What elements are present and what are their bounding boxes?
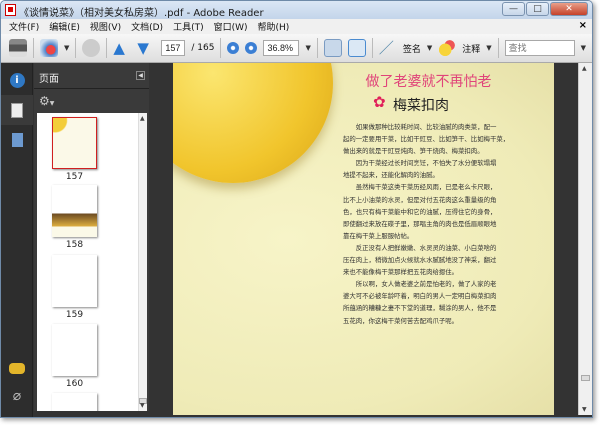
menu-view[interactable]: 视图(V) <box>86 19 127 34</box>
body-line: 做出来的就是干豇豆炖肉、笋干烧肉、梅菜扣肉。 <box>343 147 484 156</box>
options-dropdown-icon: ▼ <box>49 100 55 107</box>
menu-tools[interactable]: 工具(T) <box>169 19 210 34</box>
share-dropdown-icon[interactable]: ▼ <box>64 44 69 52</box>
print-icon[interactable] <box>9 39 27 57</box>
comment-icon <box>438 39 457 57</box>
zoom-out-icon[interactable] <box>227 42 240 54</box>
body-line: 所蕴涵的糟糠之妻不下堂的道理，糊涂的男人，他不是 <box>343 304 497 313</box>
menu-window[interactable]: 窗口(W) <box>210 19 254 34</box>
menu-file[interactable]: 文件(F) <box>5 19 45 34</box>
fit-page-icon[interactable] <box>323 39 342 57</box>
close-button[interactable]: ✕ <box>550 2 588 16</box>
body-line: 比不上小油菜的水灵，但是对付五花肉这么重量级的角 <box>343 195 497 204</box>
thumbnail-page[interactable] <box>52 255 97 307</box>
zoom-in-icon[interactable] <box>245 42 258 54</box>
close-document-button[interactable]: × <box>579 20 587 31</box>
bookmarks-button[interactable] <box>1 125 33 155</box>
body-line: 即使翻过来放在碟子里，那唱主角的肉也是低眉顺眼地 <box>343 219 497 228</box>
title-bar: 《谈情说菜》（相对美女私房菜）.pdf - Adobe Reader — □ ✕ <box>1 1 592 19</box>
pages-panel: 页面 ◀ ⚙▼ 157 158 159 160 ▲ ▼ <box>34 63 149 411</box>
pages-button[interactable] <box>1 95 33 125</box>
panel-scrollbar[interactable]: ▲ ▼ <box>138 113 147 411</box>
search-dropdown-icon[interactable]: ▼ <box>581 44 586 52</box>
pen-icon: ／ <box>378 39 394 57</box>
body-line: 色，也只有梅干菜能中和它的油腻，压得住它的身骨， <box>343 207 497 216</box>
collaborate-icon <box>82 39 101 57</box>
toolbar: ▼ ▲ ▼ / 165 ▼ ／ 签名 ▼ 注释 ▼ ▼ <box>1 34 592 63</box>
article-title: 做了老婆就不再怕老 <box>365 74 492 90</box>
menu-bar: 文件(F) 编辑(E) 视图(V) 文档(D) 工具(T) 窗口(W) 帮助(H… <box>1 19 592 34</box>
body-line: 靠在梅干菜上服服帖帖。 <box>343 231 414 240</box>
full-screen-icon[interactable] <box>347 39 366 57</box>
collapse-panel-button[interactable]: ◀ <box>136 71 145 80</box>
body-line: 地提不起来，还能化解肉的油腻。 <box>343 171 439 180</box>
thumbnail-label: 158 <box>65 240 84 250</box>
pages-icon <box>11 102 23 118</box>
comments-button[interactable] <box>1 353 33 383</box>
flower-icon: ✿ <box>373 93 386 111</box>
thumbnail-label: 157 <box>65 172 84 182</box>
scroll-down-icon[interactable]: ▼ <box>582 406 587 413</box>
thumbnail-page[interactable] <box>52 393 97 411</box>
previous-page-icon[interactable]: ▲ <box>113 39 131 57</box>
article-body: 如果做那种比较耗时间、比较油腻的肉类菜，配一起的一定要用干菜，比如干豇豆、比如笋… <box>343 121 543 327</box>
workspace: i ⌀ 页面 ◀ ⚙▼ 157 158 159 160 ▲ ▼ 做了老婆就不再怕老… <box>1 63 592 417</box>
menu-document[interactable]: 文档(D) <box>127 19 169 34</box>
app-window: 《谈情说菜》（相对美女私房菜）.pdf - Adobe Reader — □ ✕… <box>0 0 593 418</box>
body-line: 因为干菜经过长时间烹饪，不怕失了水分便软塌塌 <box>343 159 497 168</box>
comments-icon <box>9 362 25 374</box>
page-total: / 165 <box>191 43 215 53</box>
document-page: 做了老婆就不再怕老 ✿ 梅菜扣肉 如果做那种比较耗时间、比较油腻的肉类菜，配一起… <box>173 63 554 415</box>
body-line: 来也不能像梅干菜那样把五花肉给摁住。 <box>343 268 459 277</box>
bookmarks-icon <box>11 133 23 147</box>
body-line: 压在肉上，稍微加点火候就水水腻腻地没了神采，翻过 <box>343 256 497 265</box>
body-line: 反正没有人把鲜嫩嫩、水灵灵的油菜、小白菜啥的 <box>343 243 497 252</box>
body-line: 如果做那种比较耗时间、比较油腻的肉类菜，配一 <box>343 123 497 131</box>
page-number-input[interactable] <box>161 40 186 56</box>
zoom-dropdown-icon[interactable]: ▼ <box>305 44 310 52</box>
info-button[interactable]: i <box>1 65 33 95</box>
recipe-title: 梅菜扣肉 <box>393 98 449 114</box>
scroll-up-icon[interactable]: ▲ <box>582 65 587 72</box>
body-line: 所以啊，女人做老婆之前是怕老的，做了人家的老 <box>343 280 497 289</box>
restore-button[interactable]: □ <box>526 2 549 16</box>
paperclip-icon: ⌀ <box>12 388 22 404</box>
thumbnail-page[interactable] <box>52 324 97 376</box>
search-input[interactable] <box>504 40 575 56</box>
sign-button[interactable]: 签名 <box>403 42 421 55</box>
adobe-reader-icon <box>5 4 16 16</box>
document-scrollbar[interactable]: ▲ ▼ <box>578 63 592 415</box>
next-page-icon[interactable]: ▼ <box>137 39 155 57</box>
sign-dropdown-icon[interactable]: ▼ <box>427 44 432 52</box>
body-line: 五花肉，你这梅干菜何苦去配鸡爪子呢。 <box>343 316 459 325</box>
window-title: 《谈情说菜》（相对美女私房菜）.pdf - Adobe Reader <box>19 8 264 19</box>
navigation-rail: i ⌀ <box>1 63 33 417</box>
body-line: 起的一定要用干菜，比如干豇豆、比如笋干、比如梅干菜， <box>343 135 510 144</box>
body-line: 虽然梅干菜这类干菜历经风雨，已是老么卡尺眼， <box>343 183 497 192</box>
gear-icon: ⚙ <box>39 94 50 108</box>
comment-dropdown-icon[interactable]: ▼ <box>486 44 491 52</box>
menu-help[interactable]: 帮助(H) <box>254 19 296 34</box>
panel-title: 页面 <box>39 74 59 85</box>
info-icon: i <box>9 72 25 88</box>
thumbnail-list: 157 158 159 160 ▲ ▼ <box>37 113 147 411</box>
thumbnail-page[interactable] <box>52 185 97 237</box>
thumbnail-page[interactable] <box>52 117 97 169</box>
options-button[interactable]: ⚙▼ <box>34 89 149 113</box>
scroll-down-icon[interactable]: ▼ <box>140 402 145 409</box>
body-line: 婆大可不必被年龄吓着，明白的男人一定明白梅菜扣肉 <box>343 292 497 301</box>
comment-button[interactable]: 注释 <box>462 42 480 55</box>
menu-edit[interactable]: 编辑(E) <box>45 19 86 34</box>
scroll-thumb[interactable] <box>581 375 590 381</box>
zoom-input[interactable] <box>263 40 300 56</box>
scroll-up-icon[interactable]: ▲ <box>140 115 145 122</box>
share-icon[interactable] <box>40 39 58 57</box>
thumbnail-label: 159 <box>65 310 84 320</box>
attachments-button[interactable]: ⌀ <box>1 381 33 411</box>
minimize-button[interactable]: — <box>502 2 525 16</box>
thumbnail-label: 160 <box>65 379 84 389</box>
